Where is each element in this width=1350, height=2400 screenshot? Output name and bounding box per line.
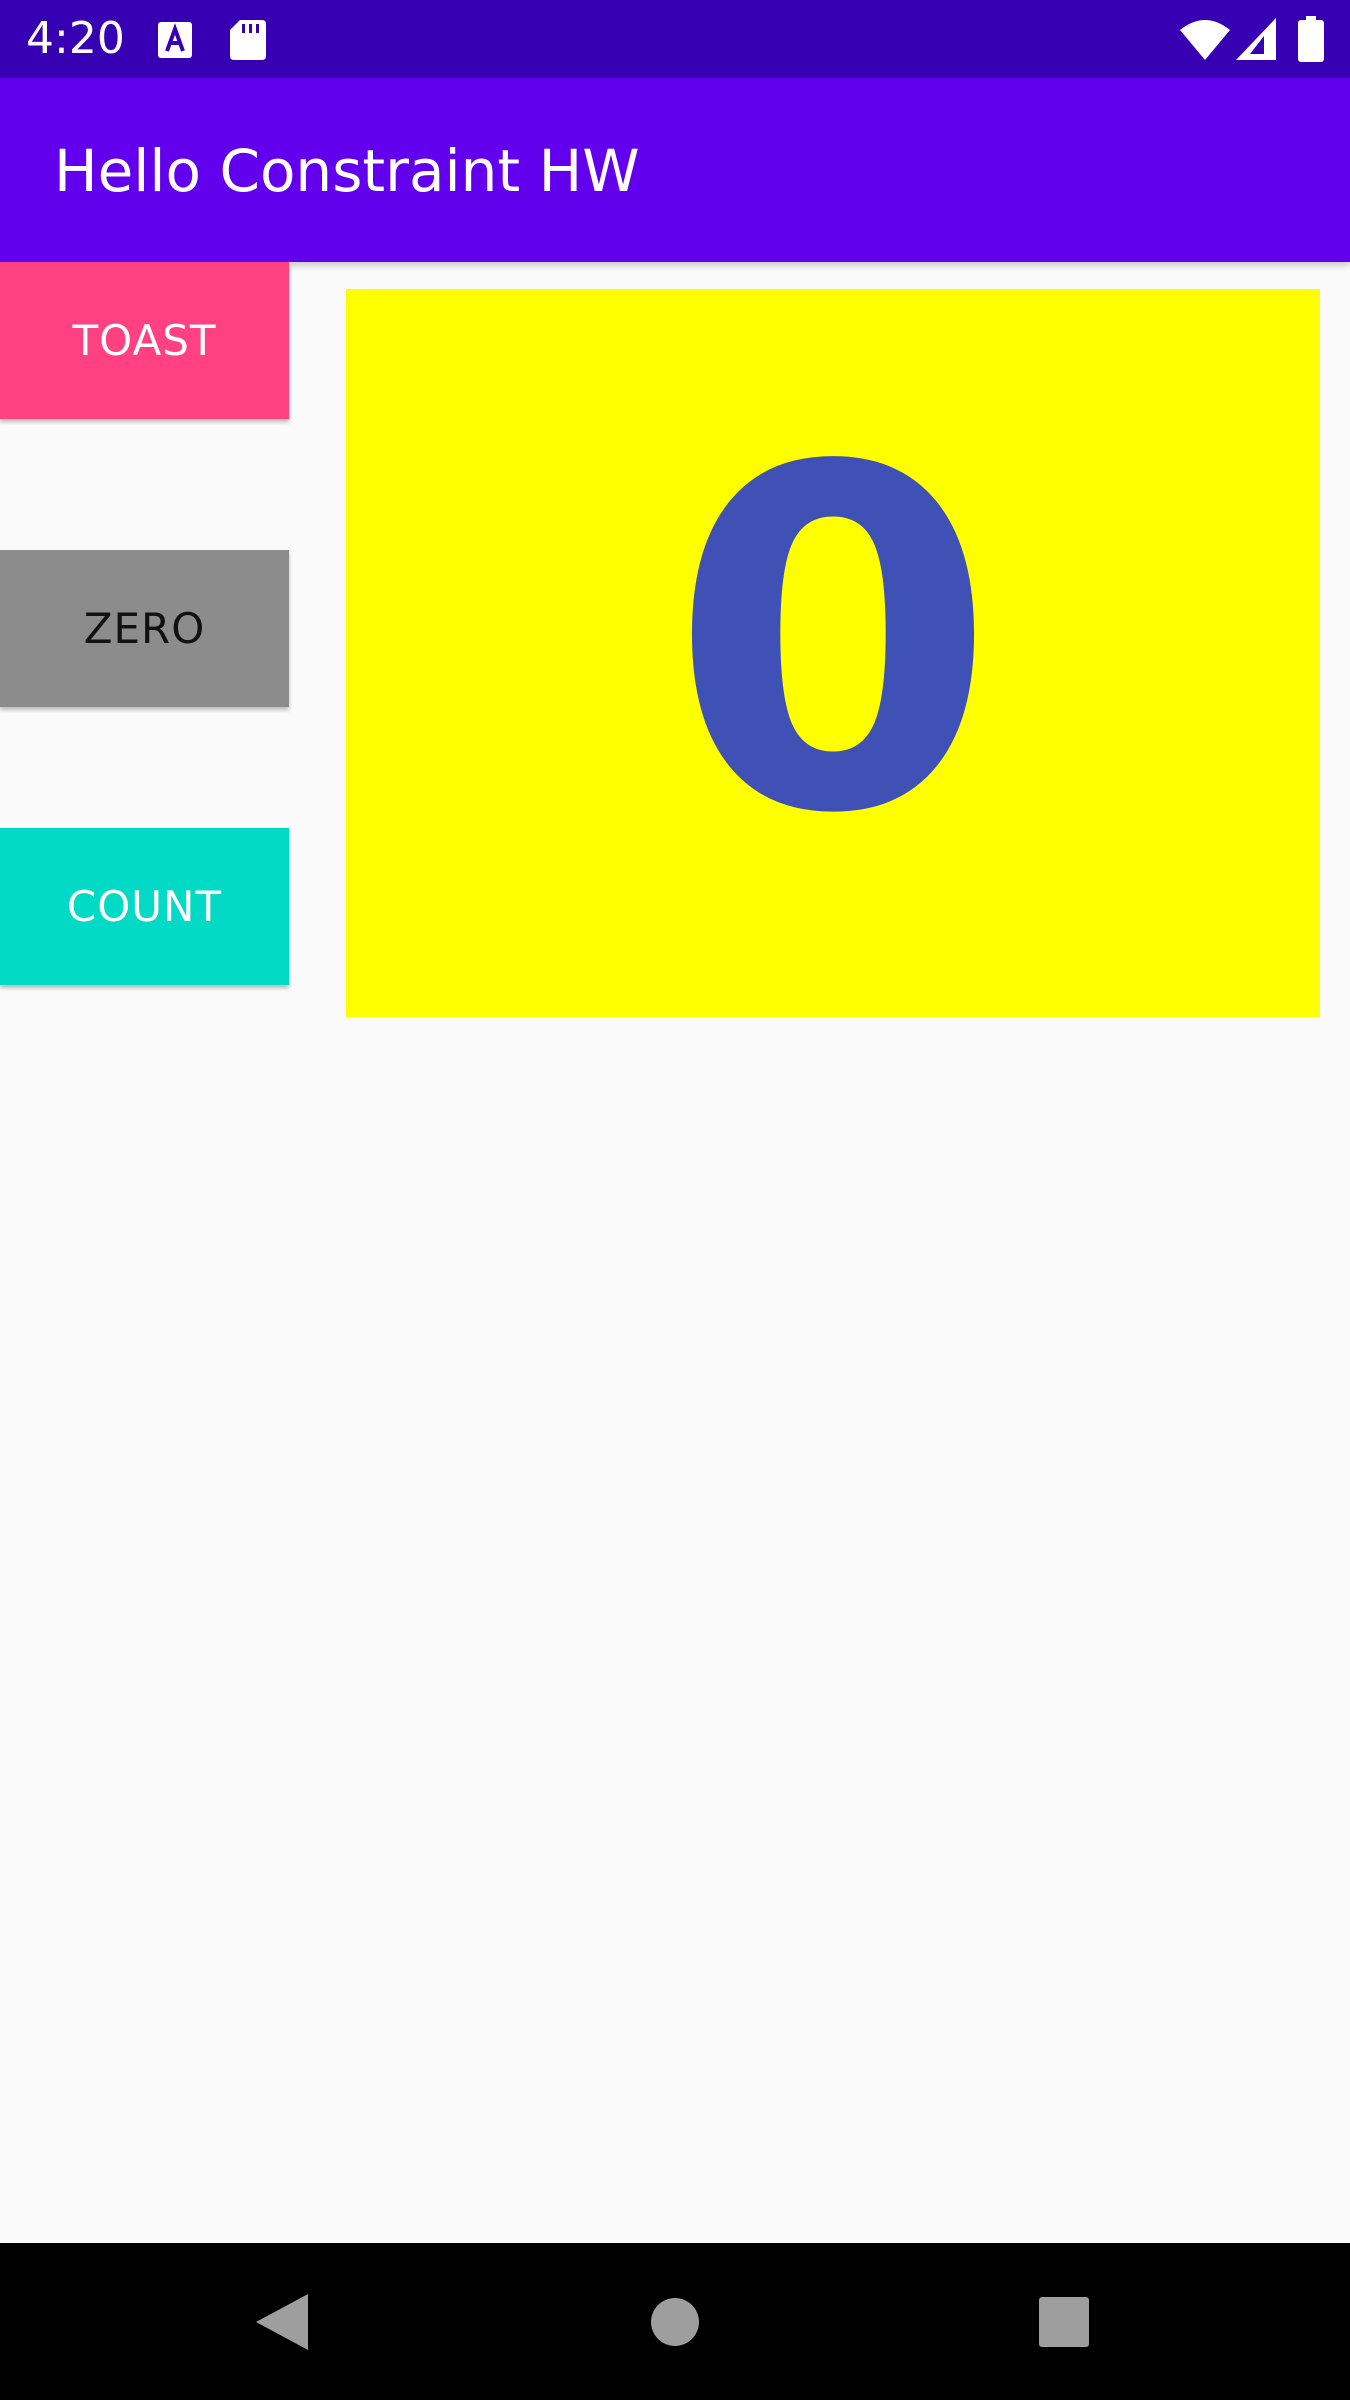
count-display: 0 (346, 289, 1320, 1017)
app-bar: Hello Constraint HW (0, 78, 1350, 262)
back-icon (256, 2293, 308, 2350)
home-icon (651, 2297, 699, 2346)
battery-icon (1298, 16, 1324, 62)
count-value: 0 (669, 369, 997, 916)
recents-button[interactable] (984, 2243, 1144, 2400)
zero-button[interactable]: ZERO (0, 550, 289, 707)
zero-button-label: ZERO (83, 604, 206, 653)
home-button[interactable] (595, 2243, 755, 2400)
navigation-bar (0, 2243, 1350, 2400)
status-bar: 4:20 (0, 0, 1350, 78)
back-button[interactable] (202, 2243, 362, 2400)
wifi-icon (1180, 20, 1230, 60)
toast-button[interactable]: TOAST (0, 262, 289, 419)
toast-button-label: TOAST (72, 316, 217, 365)
count-button[interactable]: COUNT (0, 828, 289, 985)
count-button-label: COUNT (66, 882, 223, 931)
status-time: 4:20 (26, 13, 125, 64)
sd-card-icon (230, 20, 266, 60)
app-title: Hello Constraint HW (54, 137, 640, 205)
signal-icon (1236, 18, 1276, 60)
text-a-icon (158, 22, 192, 58)
recents-icon (1039, 2296, 1089, 2347)
